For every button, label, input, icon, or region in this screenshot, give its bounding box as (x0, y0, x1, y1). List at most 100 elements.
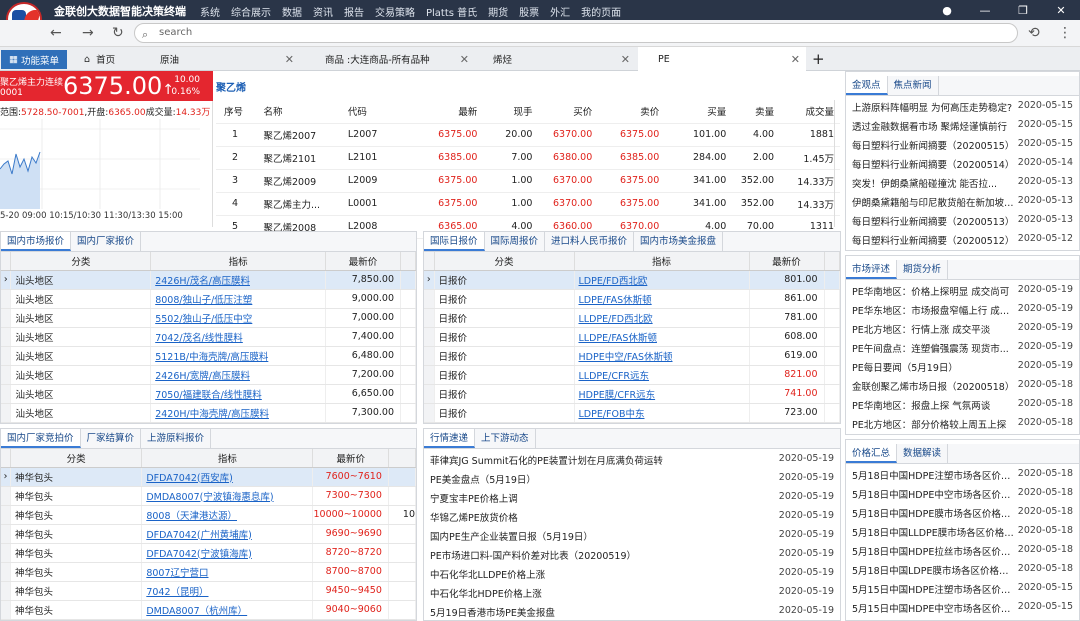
tab-commodities[interactable]: 商品 :大连商品-所有品种 ✕ (310, 47, 475, 71)
table-row[interactable]: 汕头地区 7042/茂名/线性膜料 7,400.00 (1, 327, 416, 347)
news-title[interactable]: PE美金盘点（5月19日） (430, 472, 536, 486)
indicator-link[interactable]: 7042（昆明） (141, 581, 314, 601)
table-row[interactable]: 日报价 LLDPE/CFR远东 821.00 (424, 365, 840, 385)
menu-item[interactable]: 交易策略 (375, 4, 415, 19)
menu-item[interactable]: 外汇 (550, 4, 570, 19)
indicator-link[interactable]: HDPE膜/CFR远东 (574, 384, 750, 404)
panel-tab[interactable]: 期货分析 (897, 260, 949, 279)
news-item[interactable]: 国内PE生产企业装置日报（5月19日） 2020-05-19 (424, 529, 840, 543)
table-row[interactable]: 日报价 LDPE/FOB中东 723.00 (424, 403, 840, 423)
news-item[interactable]: 5月18日中国HDPE膜市场各区价格汇总 2020-05-18 (846, 506, 1079, 520)
news-title[interactable]: PE北方地区：行情上涨 成交平淡 (852, 322, 990, 336)
column-header[interactable]: 成交量 (780, 100, 840, 124)
table-row[interactable]: 神华包头 DMDA8007（杭州库） 9040~9060 (1, 600, 416, 620)
column-header[interactable]: 卖量 (732, 100, 781, 124)
news-title[interactable]: 每日塑料行业新闻摘要（20200512） (852, 233, 1014, 247)
panel-tab[interactable]: 国内市场美金报盘 (634, 232, 724, 251)
news-item[interactable]: 每日塑料行业新闻摘要（20200513） 2020-05-13 (846, 214, 1079, 228)
table-row[interactable]: 日报价 LLDPE/FAS休斯顿 608.00 (424, 327, 840, 347)
column-header[interactable]: 指标 (574, 252, 750, 271)
indicator-link[interactable]: 2426H/宽牌/高压膜料 (150, 365, 327, 385)
panel-tab[interactable]: 焦点新闻 (888, 76, 939, 95)
function-menu-button[interactable]: ▦ 功能菜单 (1, 50, 67, 69)
table-row[interactable]: 神华包头 8008（天津港达源） 10000~10000 10 (1, 505, 416, 525)
news-item[interactable]: 伊朗桑黛籍船与印尼散货船在新加坡海... 2020-05-13 (846, 195, 1079, 209)
panel-tab[interactable]: 国际周报价 (485, 232, 546, 251)
indicator-link[interactable]: 5502/独山子/低压中空 (150, 308, 327, 328)
news-item[interactable]: 5月15日中国HDPE注塑市场各区价格... 2020-05-15 (846, 582, 1079, 596)
news-title[interactable]: PE华南地区：报盘上探 气氛两谈 (852, 398, 990, 412)
panel-tab[interactable]: 国内市场报价 (1, 232, 72, 251)
user-icon[interactable]: ● (928, 0, 966, 20)
news-item[interactable]: 5月18日中国LDPE膜市场各区价格汇总 2020-05-18 (846, 563, 1079, 577)
menu-item[interactable]: Platts 普氏 (426, 4, 477, 19)
table-row[interactable]: 汕头地区 2426H/宽牌/高压膜料 7,200.00 (1, 365, 416, 385)
panel-tab[interactable]: 数据解读 (897, 444, 949, 463)
news-item[interactable]: 上游原料阵幅明显 为何高压走势稳定? 2020-05-15 (846, 100, 1079, 114)
news-item[interactable]: 金联创聚乙烯市场日报（20200518） 2020-05-18 (846, 379, 1079, 393)
column-header[interactable]: 卖价 (598, 100, 666, 124)
table-row[interactable]: 2 聚乙烯2101 L2101 6385.00 7.00 6380.00 6385.00 28… (216, 146, 840, 170)
menu-item[interactable]: 我的页面 (581, 4, 621, 19)
history-icon[interactable]: ⟲ (1028, 25, 1040, 41)
indicator-link[interactable]: LDPE/FD西北欧 (574, 270, 750, 290)
panel-tab[interactable]: 行情速递 (424, 429, 476, 448)
indicator-link[interactable]: DMDA8007(宁波镇海惠息库) (141, 486, 314, 506)
maximize-icon[interactable]: ❐ (1004, 0, 1042, 20)
new-tab-icon[interactable]: + (812, 47, 832, 71)
news-item[interactable]: 中石化华北LLDPE价格上涨 2020-05-19 (424, 567, 840, 581)
table-row[interactable]: 神华包头 8007辽宁营口 8700~8700 (1, 562, 416, 582)
forward-icon[interactable]: → (82, 25, 94, 41)
menu-item[interactable]: 系统 (200, 4, 220, 19)
news-title[interactable]: PE北方地区：部分价格较上周五上探 (852, 417, 1006, 431)
news-title[interactable]: 华锦乙烯PE放货价格 (430, 510, 518, 524)
news-title[interactable]: 金联创聚乙烯市场日报（20200518） (852, 379, 1014, 393)
column-header[interactable]: 分类 (10, 252, 152, 271)
indicator-link[interactable]: DFDA7042(西安库) (141, 467, 314, 487)
news-title[interactable]: 突发！伊朗桑黛船碰撞沈 能否拉... (852, 176, 997, 190)
news-item[interactable]: 5月18日中国LLDPE膜市场各区价格汇总 2020-05-18 (846, 525, 1079, 539)
table-row[interactable]: 日报价 LDPE/FAS休斯顿 861.00 (424, 289, 840, 309)
menu-item[interactable]: 资讯 (313, 4, 333, 19)
table-row[interactable]: 汕头地区 2420H/中海壳牌/高压膜料 7,300.00 (1, 403, 416, 423)
indicator-link[interactable]: LLDPE/CFR远东 (574, 365, 750, 385)
news-item[interactable]: 华锦乙烯PE放货价格 2020-05-19 (424, 510, 840, 524)
more-menu-icon[interactable]: ⋮ (1058, 25, 1072, 41)
news-item[interactable]: 突发！伊朗桑黛船碰撞沈 能否拉... 2020-05-13 (846, 176, 1079, 190)
news-item[interactable]: 菲律宾JG Summit石化的PE装置计划在月底满负荷运转 2020-05-19 (424, 453, 840, 467)
indicator-link[interactable]: HDPE中空/FAS休斯顿 (574, 346, 750, 366)
news-item[interactable]: 每日塑料行业新闻摘要（20200514） 2020-05-14 (846, 157, 1079, 171)
table-row[interactable]: 3 聚乙烯2009 L2009 6375.00 1.00 6370.00 6375.00 34… (216, 169, 840, 193)
menu-item[interactable]: 股票 (519, 4, 539, 19)
indicator-link[interactable]: 7042/茂名/线性膜料 (150, 327, 327, 347)
menu-item[interactable]: 期货 (488, 4, 508, 19)
news-item[interactable]: 透过金融数据看市场 聚烯烃谨慎前行 2020-05-15 (846, 119, 1079, 133)
table-row[interactable]: › 汕头地区 2426H/茂名/高压膜料 7,850.00 (1, 270, 416, 290)
news-title[interactable]: 5月18日中国HDPE膜市场各区价格汇总 (852, 506, 1017, 520)
panel-tab[interactable]: 上下游动态 (475, 429, 536, 448)
column-header[interactable]: 买量 (665, 100, 733, 124)
news-title[interactable]: PE市场进口料-国产料价差对比表（20200519） (430, 548, 636, 562)
menu-item[interactable]: 数据 (282, 4, 302, 19)
news-item[interactable]: PE午间盘点：连塑偏强震荡 现货市... 2020-05-19 (846, 341, 1079, 355)
indicator-link[interactable]: 2426H/茂名/高压膜料 (150, 270, 327, 290)
table-row[interactable]: 神华包头 7042（昆明） 9450~9450 (1, 581, 416, 601)
news-item[interactable]: 中石化华北HDPE价格上涨 2020-05-19 (424, 586, 840, 600)
close-tab-icon[interactable]: ✕ (460, 53, 469, 66)
table-row[interactable]: 4 聚乙烯主力... L0001 6375.00 1.00 6370.00 6375.00 3… (216, 192, 840, 216)
indicator-link[interactable]: 5121B/中海壳牌/高压膜料 (150, 346, 327, 366)
news-title[interactable]: 上游原料阵幅明显 为何高压走势稳定? (852, 100, 1012, 114)
panel-tab[interactable]: 市场评述 (846, 260, 898, 279)
news-title[interactable]: PE华东地区：市场报盘窄幅上行 成交... (852, 303, 1017, 317)
news-title[interactable]: 5月15日中国HDPE中空市场各区价格... (852, 601, 1017, 615)
column-header[interactable]: 现手 (483, 100, 539, 124)
table-row[interactable]: › 日报价 LDPE/FD西北欧 801.00 (424, 270, 840, 290)
table-row[interactable]: 日报价 LLDPE/FD西北欧 781.00 (424, 308, 840, 328)
news-item[interactable]: PE北方地区：部分价格较上周五上探 2020-05-18 (846, 417, 1079, 431)
indicator-link[interactable]: LDPE/FAS休斯顿 (574, 289, 750, 309)
news-title[interactable]: 每日塑料行业新闻摘要（20200514） (852, 157, 1014, 171)
table-row[interactable]: 神华包头 DFDA7042(广州黄埔库) 9690~9690 (1, 524, 416, 544)
menu-item[interactable]: 报告 (344, 4, 364, 19)
panel-tab[interactable]: 上游原料报价 (141, 429, 212, 448)
news-item[interactable]: PE北方地区：行情上涨 成交平淡 2020-05-19 (846, 322, 1079, 336)
